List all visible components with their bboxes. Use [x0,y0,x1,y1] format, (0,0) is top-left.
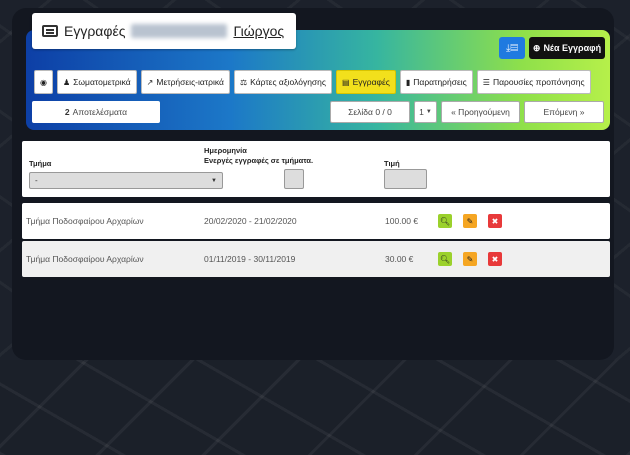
user-icon: ◉ [40,77,47,87]
row-department: Τμήμα Ποδοσφαίρου Αρχαρίων [26,254,144,264]
prev-page-button[interactable]: « Προηγούμενη [441,101,520,123]
page-select-value: 1 [419,107,424,117]
delete-button[interactable]: ✖ [488,214,502,228]
row-department: Τμήμα Ποδοσφαίρου Αρχαρίων [26,216,144,226]
body-icon: ♟ [62,77,71,87]
tab-label: Παρουσίες προπόνησης [492,77,585,87]
date-filter-label: Ημερομηνία [204,146,247,155]
tab-label: Μετρήσεις-ιατρικά [156,77,224,87]
delete-button[interactable]: ✖ [488,252,502,266]
chart-icon: ↗ [146,77,154,87]
new-entry-label: Νέα Εγγραφή [543,43,602,53]
table-row[interactable]: Τμήμα Ποδοσφαίρου Αρχαρίων 01/11/2019 - … [22,241,610,277]
row-dates: 20/02/2020 - 21/02/2020 [204,216,297,226]
export-button[interactable]: ⤓▤ [499,37,525,59]
chevron-down-icon: ▼ [211,177,217,184]
page-select[interactable]: 1 ▼ [414,101,437,123]
filter-panel: Τμήμα - ▼ Ημερομηνία Ενεργές εγγραφές σε… [22,141,610,197]
row-price: 30.00 € [385,254,414,264]
price-input[interactable] [384,169,427,189]
view-button[interactable]: 🔍︎ [438,252,452,266]
page-title: Εγγραφές Γιώργος [32,13,296,49]
tab-label: Εγγραφές [352,77,390,87]
list-icon: ☰ [482,77,490,87]
tab-profile[interactable]: ◉ [34,70,53,94]
tab-label: Κάρτες αξιολόγησης [250,77,326,87]
edit-icon: ✎ [466,254,474,264]
delete-icon: ✖ [491,254,499,264]
department-select-value: - [35,176,38,185]
table-row[interactable]: Τμήμα Ποδοσφαίρου Αρχαρίων 20/02/2020 - … [22,203,610,239]
tab-registrations[interactable]: ▤ Εγγραφές [336,70,396,94]
next-page-button[interactable]: Επόμενη » [524,101,604,123]
results-count: 2 Αποτελέσματα [32,101,160,123]
search-icon: 🔍︎ [439,216,451,226]
view-button[interactable]: 🔍︎ [438,214,452,228]
chevron-down-icon: ▼ [425,109,432,115]
active-registrations-checkbox[interactable] [284,169,304,189]
page-indicator-label: Σελίδα 0 / 0 [348,107,392,117]
tab-attendance[interactable]: ☰ Παρουσίες προπόνησης [476,70,591,94]
new-entry-button[interactable]: ⊕ Νέα Εγγραφή [529,37,605,59]
book-icon: ▮ [405,77,411,87]
list-icon: ▤ [342,77,350,87]
results-number: 2 [64,107,70,117]
tab-evaluation-cards[interactable]: ⚖ Κάρτες αξιολόγησης [233,70,332,94]
tab-bar: ◉ ♟ Σωματομετρικά ↗ Μετρήσεις-ιατρικά ⚖ … [34,70,591,94]
price-filter-label: Τιμή [384,159,400,168]
search-icon: 🔍︎ [439,254,451,264]
scale-icon: ⚖ [239,77,248,87]
results-label: Αποτελέσματα [72,107,128,117]
page-title-prefix: Εγγραφές [64,23,126,39]
delete-icon: ✖ [491,216,499,226]
tab-notes[interactable]: ▮ Παρατηρήσεις [399,70,473,94]
plus-circle-icon: ⊕ [532,42,541,53]
download-icon: ⤓▤ [505,42,519,54]
tab-body-measurements[interactable]: ♟ Σωματομετρικά [56,70,137,94]
redacted-name [131,24,228,38]
page-title-name-link[interactable]: Γιώργος [233,23,284,39]
edit-button[interactable]: ✎ [463,214,477,228]
background-bottom [0,360,630,455]
list-icon [42,25,58,37]
edit-button[interactable]: ✎ [463,252,477,266]
tab-label: Σωματομετρικά [73,77,131,87]
tab-medical[interactable]: ↗ Μετρήσεις-ιατρικά [140,70,230,94]
edit-icon: ✎ [466,216,474,226]
department-filter-label: Τμήμα [29,159,52,168]
next-page-label: Επόμενη » [543,107,585,117]
tab-label: Παρατηρήσεις [413,77,467,87]
active-registrations-label: Ενεργές εγγραφές σε τμήματα. [204,156,314,165]
prev-page-label: « Προηγούμενη [451,107,510,117]
department-select[interactable]: - ▼ [29,172,223,189]
row-price: 100.00 € [385,216,419,226]
page-indicator: Σελίδα 0 / 0 [330,101,410,123]
row-dates: 01/11/2019 - 30/11/2019 [204,254,296,264]
